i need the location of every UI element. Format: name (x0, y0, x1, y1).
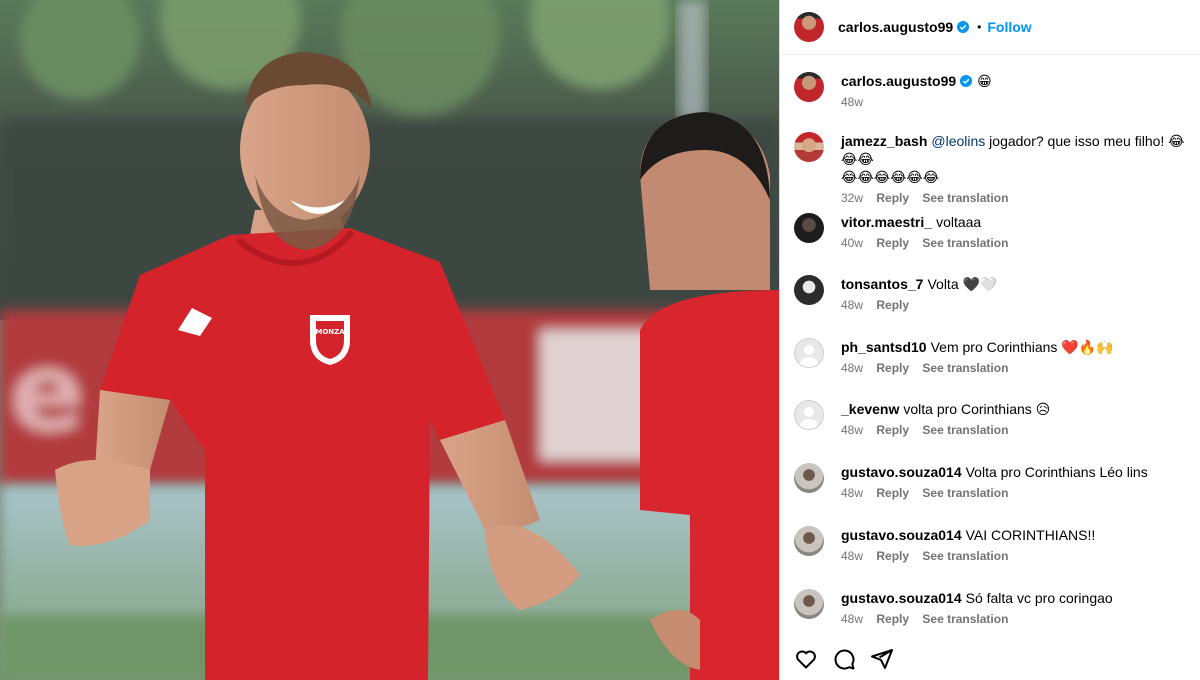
comment-username[interactable]: vitor.maestri_ (841, 214, 932, 230)
avatar[interactable] (794, 12, 824, 42)
reply-button[interactable]: Reply (876, 486, 909, 500)
see-translation-button[interactable]: See translation (922, 549, 1008, 563)
comment-text: jogador? que isso meu filho! (985, 133, 1169, 149)
comment-time[interactable]: 48w (841, 486, 863, 500)
comment-time[interactable]: 48w (841, 361, 863, 375)
comment-time[interactable]: 48w (841, 298, 863, 312)
avatar[interactable] (794, 338, 824, 368)
heart-icon[interactable] (794, 647, 818, 671)
comment-item: gustavo.souza014 Volta pro Corinthians Lé… (794, 463, 1190, 500)
comment-time[interactable]: 48w (841, 423, 863, 437)
comment-text: Só falta vc pro coringao (965, 590, 1113, 606)
see-translation-button[interactable]: See translation (922, 423, 1008, 437)
comment-item: tonsantos_7 Volta 🖤🤍 48w Reply (794, 275, 1190, 312)
comment-emoji-line2: 😂😂😂😂😂😂 (841, 169, 940, 185)
reply-button[interactable]: Reply (876, 298, 909, 312)
comment-username[interactable]: carlos.augusto99 (841, 73, 956, 89)
caption: carlos.augusto99 😁 48w (794, 72, 1190, 109)
post-header: carlos.augusto99 • Follow (780, 0, 1200, 55)
comment-text: voltaaa (936, 214, 982, 230)
see-translation-button[interactable]: See translation (922, 191, 1008, 205)
comment-text: Vem pro Corinthians ❤️🔥🙌 (930, 339, 1114, 355)
avatar[interactable] (794, 463, 824, 493)
comment-item: jamezz_bash @leolins jogador? que isso me… (794, 132, 1190, 205)
see-translation-button[interactable]: See translation (922, 612, 1008, 626)
avatar[interactable] (794, 589, 824, 619)
share-icon[interactable] (870, 647, 894, 671)
comment-item: vitor.maestri_ voltaaa 40w Reply See tran… (794, 213, 1190, 250)
avatar[interactable] (794, 213, 824, 243)
comment-item: gustavo.souza014 Só falta vc pro coringao… (794, 589, 1190, 626)
verified-badge-icon (957, 21, 970, 33)
avatar[interactable] (794, 275, 824, 305)
comment-username[interactable]: _kevenw (841, 401, 899, 417)
comment-text: volta pro Corinthians 😥 (903, 401, 1051, 417)
post-photo[interactable]: e MONZA (0, 0, 779, 680)
comment-time[interactable]: 32w (841, 191, 863, 205)
comment-item: gustavo.souza014 VAI CORINTHIANS!! 48w Re… (794, 526, 1190, 563)
crest-text: MONZA (315, 328, 345, 336)
separator-dot: • (977, 20, 982, 34)
owner-username[interactable]: carlos.augusto99 (838, 19, 953, 35)
see-translation-button[interactable]: See translation (922, 486, 1008, 500)
comment-time[interactable]: 48w (841, 95, 863, 109)
comment-time[interactable]: 48w (841, 612, 863, 626)
comment-username[interactable]: gustavo.souza014 (841, 590, 962, 606)
avatar[interactable] (794, 132, 824, 162)
comment-username[interactable]: ph_santsd10 (841, 339, 927, 355)
comment-text: VAI CORINTHIANS!! (965, 527, 1096, 543)
see-translation-button[interactable]: See translation (922, 361, 1008, 375)
post-sidebar: carlos.augusto99 • Follow carlos.augusto… (779, 0, 1200, 680)
comment-item: _kevenw volta pro Corinthians 😥 48w Reply… (794, 400, 1190, 437)
comment-time[interactable]: 48w (841, 549, 863, 563)
verified-badge-icon (960, 75, 973, 87)
comment-mention[interactable]: @leolins (931, 133, 985, 149)
comment-username[interactable]: gustavo.souza014 (841, 464, 962, 480)
photo-illustration: e MONZA (0, 0, 779, 680)
follow-button[interactable]: Follow (987, 19, 1031, 35)
comments-list[interactable]: carlos.augusto99 😁 48w jamezz_bash @leolin… (780, 56, 1200, 638)
caption-text: 😁 (977, 73, 992, 89)
comment-icon[interactable] (832, 647, 856, 671)
avatar[interactable] (794, 400, 824, 430)
reply-button[interactable]: Reply (876, 549, 909, 563)
reply-button[interactable]: Reply (876, 236, 909, 250)
comment-username[interactable]: jamezz_bash (841, 133, 927, 149)
see-translation-button[interactable]: See translation (922, 236, 1008, 250)
comment-username[interactable]: tonsantos_7 (841, 276, 923, 292)
post-actions (780, 638, 1200, 680)
reply-button[interactable]: Reply (876, 423, 909, 437)
avatar[interactable] (794, 526, 824, 556)
comment-text: Volta pro Corinthians Léo lins (965, 464, 1148, 480)
avatar[interactable] (794, 72, 824, 102)
reply-button[interactable]: Reply (876, 612, 909, 626)
reply-button[interactable]: Reply (876, 361, 909, 375)
comment-username[interactable]: gustavo.souza014 (841, 527, 962, 543)
svg-text:e: e (10, 328, 85, 456)
reply-button[interactable]: Reply (876, 191, 909, 205)
comment-item: ph_santsd10 Vem pro Corinthians ❤️🔥🙌 48w … (794, 338, 1190, 375)
comment-time[interactable]: 40w (841, 236, 863, 250)
comment-text: Volta 🖤🤍 (927, 276, 998, 292)
